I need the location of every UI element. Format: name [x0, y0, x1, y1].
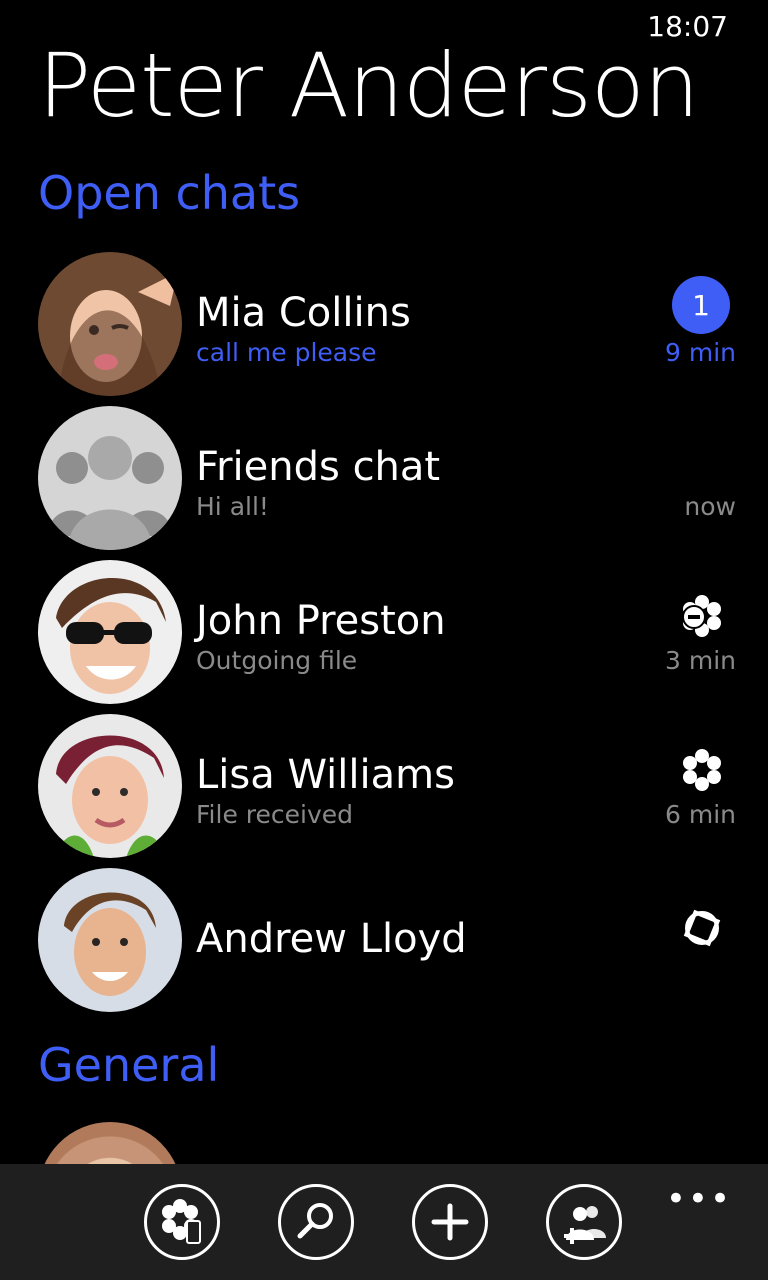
search-icon: [297, 1203, 333, 1239]
app-bar-button-flower-phone[interactable]: [144, 1184, 220, 1260]
andrew-lloyd-avatar: [38, 868, 182, 1012]
john-preston-avatar: [38, 560, 182, 704]
add-group-button[interactable]: [546, 1184, 622, 1260]
rotated-square-icon: [683, 909, 721, 947]
more-menu-button[interactable]: •••: [666, 1182, 732, 1216]
section-title-open-chats: Open chats: [38, 166, 301, 220]
chat-subtitle: call me please: [196, 338, 377, 367]
mia-collins-avatar: [38, 252, 182, 396]
chat-row-andrew-lloyd[interactable]: Andrew Lloyd: [38, 868, 738, 1012]
chat-subtitle: Outgoing file: [196, 646, 358, 675]
chat-name: Andrew Lloyd: [196, 916, 467, 962]
chat-subtitle: File received: [196, 800, 354, 829]
chat-row-lisa-williams[interactable]: Lisa Williams File received 6 min: [38, 714, 738, 858]
lisa-williams-avatar: [38, 714, 182, 858]
chat-time: 6 min: [665, 800, 736, 829]
add-icon: [431, 1203, 469, 1241]
page-title: Peter Anderson: [38, 34, 699, 137]
flower-minus-icon: [682, 595, 721, 637]
chat-subtitle: Hi all!: [196, 492, 269, 521]
section-title-general: General: [38, 1038, 220, 1092]
flower-phone-icon: [162, 1199, 201, 1244]
chat-time: 3 min: [665, 646, 736, 675]
chat-row-mia-collins[interactable]: Mia Collins call me please 1 9 min: [38, 252, 738, 396]
add-group-icon: [564, 1206, 606, 1244]
chat-name: Friends chat: [196, 444, 441, 490]
chat-row-john-preston[interactable]: John Preston Outgoing file 3 min: [38, 560, 738, 704]
chat-time: 9 min: [665, 338, 736, 367]
avatar: [38, 1122, 182, 1166]
app-bar: •••: [0, 1164, 768, 1280]
general-contact-avatar[interactable]: [38, 1122, 182, 1166]
unread-badge: 1: [672, 276, 730, 334]
chat-time: now: [684, 492, 736, 521]
chat-name: Lisa Williams: [196, 752, 455, 798]
add-button[interactable]: [412, 1184, 488, 1260]
group-avatar: [38, 406, 182, 550]
flower-icon: [683, 749, 721, 791]
chat-name: Mia Collins: [196, 290, 411, 336]
chat-name: John Preston: [196, 598, 446, 644]
chat-row-friends-chat[interactable]: Friends chat Hi all! now: [38, 406, 738, 550]
search-button[interactable]: [278, 1184, 354, 1260]
